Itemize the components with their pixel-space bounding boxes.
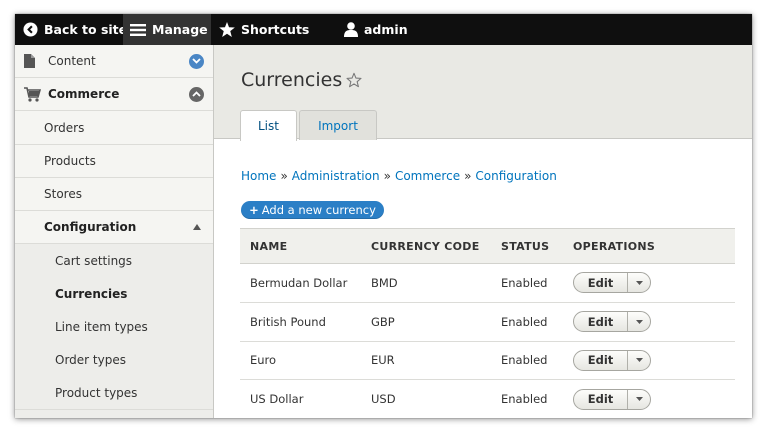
- operations-dropbutton: Edit: [573, 272, 651, 294]
- file-icon: [24, 54, 44, 68]
- sidebar-item-products[interactable]: Products: [15, 144, 213, 177]
- table-row: British Pound GBP Enabled Edit: [240, 302, 735, 342]
- currency-name: British Pound: [240, 302, 361, 342]
- star-icon: [219, 22, 235, 37]
- sidebar-item-content[interactable]: Content: [15, 45, 213, 77]
- column-header-currency-code[interactable]: Currency code: [361, 228, 491, 264]
- currency-code: GBP: [361, 302, 491, 342]
- page-title: Currencies: [241, 69, 343, 91]
- tab-list[interactable]: List: [240, 110, 297, 141]
- sidebar-item-line-item-types[interactable]: Line item types: [15, 310, 213, 343]
- sidebar-item-orders[interactable]: Orders: [15, 111, 213, 144]
- operations-cell: Edit: [563, 263, 735, 303]
- edit-button[interactable]: Edit: [574, 389, 628, 409]
- operations-dropbutton: Edit: [573, 388, 651, 410]
- column-header-status[interactable]: Status: [491, 228, 563, 264]
- user-label: admin: [364, 22, 408, 37]
- dropdown-toggle-icon[interactable]: [628, 312, 650, 331]
- sidebar-item-cart-settings[interactable]: Cart settings: [15, 244, 213, 277]
- operations-cell: Edit: [563, 341, 735, 381]
- sidebar-item-label: Order types: [55, 352, 126, 367]
- sidebar-item-label: Orders: [44, 120, 85, 135]
- back-to-site-label: Back to site: [44, 22, 128, 37]
- sidebar-item-currencies[interactable]: Currencies: [15, 277, 213, 310]
- currencies-table: Name Currency code Status Operations Ber…: [240, 228, 735, 418]
- dropdown-toggle-icon[interactable]: [628, 273, 650, 292]
- dropdown-toggle-icon[interactable]: [628, 390, 650, 409]
- sidebar-item-label: Configuration: [44, 219, 137, 234]
- column-header-name[interactable]: Name: [240, 228, 361, 264]
- collapse-triangle-icon[interactable]: [193, 223, 201, 230]
- manage-tab[interactable]: Manage: [123, 14, 211, 45]
- currency-status: Enabled: [491, 341, 563, 381]
- back-to-site-link[interactable]: Back to site: [15, 14, 127, 45]
- dropdown-toggle-icon[interactable]: [628, 351, 650, 370]
- operations-dropbutton: Edit: [573, 349, 651, 371]
- tab-import[interactable]: Import: [299, 110, 377, 140]
- plus-icon: +: [249, 203, 259, 217]
- operations-dropbutton: Edit: [573, 311, 651, 333]
- currency-status: Enabled: [491, 263, 563, 303]
- breadcrumb-separator: »: [383, 169, 391, 183]
- admin-sidebar: Content Commerce Orders Products Stores: [15, 45, 214, 418]
- sidebar-item-more: [15, 410, 213, 418]
- breadcrumb-separator: »: [280, 169, 288, 183]
- sidebar-item-commerce[interactable]: Commerce: [15, 78, 213, 110]
- browser-window: Back to site Manage Shortcuts admin Cont…: [15, 14, 752, 418]
- edit-button[interactable]: Edit: [574, 350, 628, 370]
- add-currency-label: Add a new currency: [261, 203, 376, 217]
- sidebar-item-label: Content: [48, 54, 96, 68]
- sidebar-item-order-types[interactable]: Order types: [15, 343, 213, 376]
- drupal-drop-icon: [23, 22, 38, 37]
- edit-button[interactable]: Edit: [574, 312, 628, 332]
- sidebar-item-stores[interactable]: Stores: [15, 177, 213, 210]
- breadcrumb-commerce[interactable]: Commerce: [395, 169, 460, 183]
- operations-cell: Edit: [563, 302, 735, 342]
- currency-name: Euro: [240, 341, 361, 381]
- sidebar-item-label: Commerce: [48, 87, 120, 101]
- collapse-icon[interactable]: [189, 86, 204, 102]
- admin-toolbar: Back to site Manage Shortcuts admin: [15, 14, 752, 45]
- manage-label: Manage: [152, 22, 208, 37]
- table-row: Bermudan Dollar BMD Enabled Edit: [240, 263, 735, 303]
- sidebar-item-label: Product types: [55, 385, 138, 400]
- sidebar-item-label: Currencies: [55, 286, 128, 301]
- column-header-operations: Operations: [563, 228, 735, 264]
- star-outline-icon[interactable]: [346, 72, 362, 92]
- page-header: Currencies List Import: [214, 45, 752, 141]
- shortcuts-label: Shortcuts: [241, 22, 310, 37]
- currency-name: US Dollar: [240, 379, 361, 418]
- shortcuts-tab[interactable]: Shortcuts: [211, 14, 309, 45]
- sidebar-item-label: Products: [44, 153, 96, 168]
- breadcrumb-separator: »: [464, 169, 472, 183]
- table-row: US Dollar USD Enabled Edit: [240, 379, 735, 418]
- currency-code: USD: [361, 379, 491, 418]
- user-icon: [344, 22, 358, 37]
- breadcrumb: Home» Administration» Commerce» Configurati…: [241, 169, 557, 183]
- sidebar-item-label: Cart settings: [55, 253, 133, 268]
- currency-name: Bermudan Dollar: [240, 263, 361, 303]
- table-header-row: Name Currency code Status Operations: [240, 228, 735, 264]
- hamburger-icon: [130, 23, 146, 37]
- table-row: Euro EUR Enabled Edit: [240, 341, 735, 381]
- sidebar-item-product-types[interactable]: Product types: [15, 376, 213, 409]
- operations-cell: Edit: [563, 379, 735, 418]
- breadcrumb-home[interactable]: Home: [241, 169, 276, 183]
- currency-code: BMD: [361, 263, 491, 303]
- currency-code: EUR: [361, 341, 491, 381]
- user-tab[interactable]: admin: [340, 14, 408, 45]
- expand-icon[interactable]: [189, 53, 204, 69]
- edit-button[interactable]: Edit: [574, 273, 628, 293]
- sidebar-item-label: Stores: [44, 186, 82, 201]
- breadcrumb-administration[interactable]: Administration: [292, 169, 380, 183]
- sidebar-item-configuration[interactable]: Configuration: [15, 210, 213, 243]
- cart-icon: [24, 86, 44, 102]
- breadcrumb-configuration[interactable]: Configuration: [475, 169, 556, 183]
- currency-status: Enabled: [491, 379, 563, 418]
- main-content: Currencies List Import Home» Administrati…: [214, 45, 752, 418]
- sidebar-item-label: Line item types: [55, 319, 148, 334]
- currency-status: Enabled: [491, 302, 563, 342]
- add-currency-button[interactable]: + Add a new currency: [241, 201, 384, 219]
